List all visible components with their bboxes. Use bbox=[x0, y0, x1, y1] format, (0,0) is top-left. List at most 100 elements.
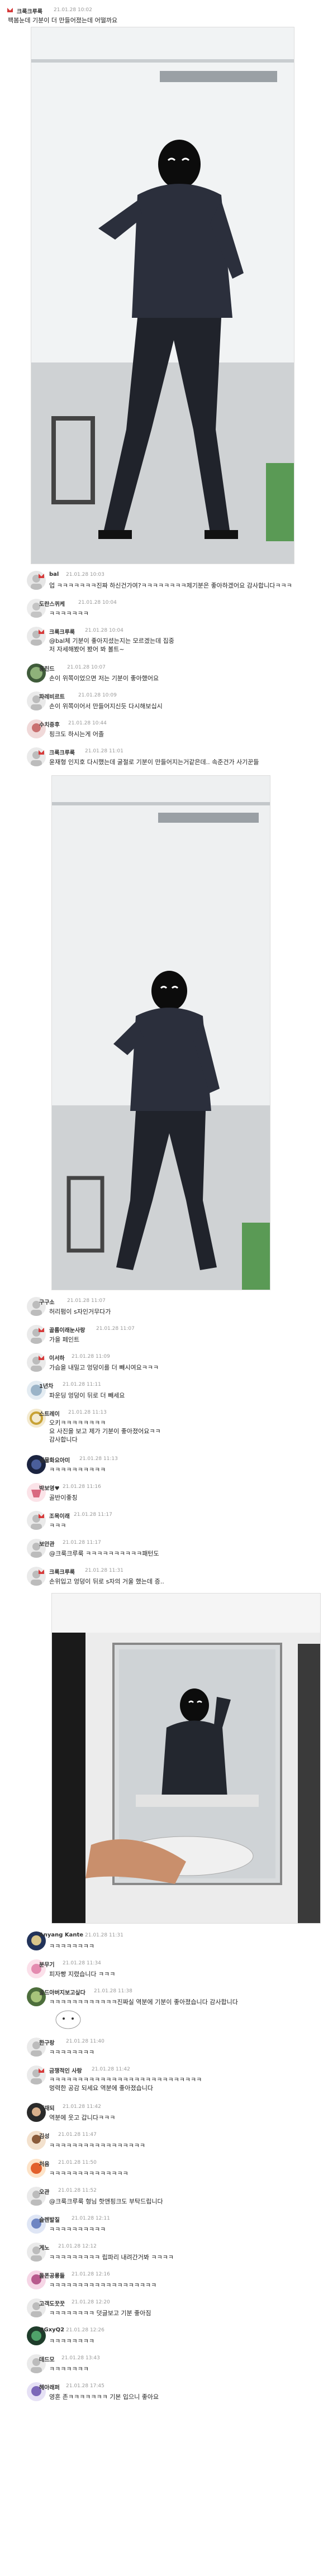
comment-text: ㅋㅋㅋㅋㅋㅋㅋㅋㅋㅋㅋㅋ진짜실 역분에 기분이 좋아졌습니다 감사합니다 bbox=[49, 1998, 238, 2006]
comment-author[interactable]: 돌폰공룡들 bbox=[39, 2271, 65, 2279]
comment-author[interactable]: 보안관 bbox=[39, 1539, 55, 1548]
comment-author[interactable]: 구구소 bbox=[39, 1297, 55, 1306]
comment-author[interactable]: 데드모 bbox=[39, 2355, 55, 2363]
comment-date: 21.01.28 11:42 bbox=[92, 2067, 130, 2072]
comment-date: 21.01.28 10:04 bbox=[78, 600, 117, 605]
comment-author[interactable]: 고객도꿋꿋 bbox=[39, 2299, 65, 2307]
comment-text: 역분에 웃고 갑니다ㅋㅋㅋ bbox=[49, 2114, 116, 2121]
comment-date: 21.01.28 12:12 bbox=[58, 2244, 97, 2249]
comment-date: 21.01.28 11:13 bbox=[68, 1410, 107, 1415]
comment-author[interactable]: QGxyQ2 bbox=[39, 2327, 64, 2333]
user-badge-icon bbox=[7, 8, 13, 12]
comment-date: 21.01.28 11:34 bbox=[63, 1960, 101, 1966]
comment-date: 21.01.28 10:44 bbox=[68, 721, 107, 726]
comment-text: ㅋㅋㅋㅋㅋㅋㅋ bbox=[49, 2365, 89, 2373]
comment-text: ㅋㅋㅋㅋㅋㅋㅋㅋㅋㅋ bbox=[49, 1466, 106, 1473]
comment-photo-2[interactable] bbox=[51, 775, 270, 1290]
comment-text: ㅋㅋㅋㅋㅋㅋㅋㅋ 덧글보고 기분 좋아짐 bbox=[49, 2310, 151, 2317]
comment-text: 가슴을 내밀고 엉덩이를 더 빼시여요ㅋㅋㅋ bbox=[49, 1364, 159, 1371]
comment-author[interactable]: 이서하 bbox=[49, 1353, 65, 1362]
comment-text: 가을 페인트 bbox=[49, 1336, 80, 1343]
comment-author[interactable]: 한구랑 bbox=[39, 2038, 55, 2047]
comment-author[interactable]: 골롬이래눈사랑 bbox=[49, 1325, 85, 1334]
comment-author[interactable]: 철재되 bbox=[39, 2103, 55, 2112]
comment-text: 피자빵 지렸습니다 ㅋㅋㅋ bbox=[49, 1971, 116, 1978]
post-header: 크룩크루룩 21.01.28 10:02 팩봄눈데 기분이 더 만들어졌는데 어… bbox=[0, 6, 328, 24]
comment-text: 골반이좋칭 bbox=[49, 1494, 78, 1501]
comment-date: 21.01.28 12:11 bbox=[72, 2216, 110, 2221]
comment-text: 업 ㅋㅋㅋㅋㅋㅋㅋ진짜 하신건가여?ㅋㅋㅋㅋㅋㅋㅋㅋ제기분은 좋아하겠어요 감사… bbox=[49, 582, 292, 589]
comment-author[interactable]: 분무기 bbox=[39, 1960, 55, 1968]
comment-author[interactable]: 크룩크루룩 bbox=[49, 627, 75, 636]
comment-text: 핑크도 하시는게 어졸 bbox=[49, 731, 104, 738]
comment-author[interactable]: 게노 bbox=[39, 2243, 49, 2251]
comment-date: 21.01.28 11:50 bbox=[58, 2160, 97, 2165]
comment-date: 21.01.28 11:42 bbox=[63, 2104, 101, 2110]
comment-date: 21.01.28 12:26 bbox=[66, 2327, 104, 2333]
comment-date: 21.01.28 10:03 bbox=[66, 572, 104, 578]
comment-text: ㅋㅋㅋㅋㅋㅋㅋㅋ bbox=[49, 2049, 94, 2056]
comment-author[interactable]: 박보영♥ bbox=[39, 1483, 60, 1492]
comment-author[interactable]: 수치중후 bbox=[39, 720, 60, 728]
comment-date: 21.01.28 12:16 bbox=[72, 2272, 110, 2277]
comment-author[interactable]: bal bbox=[49, 571, 59, 578]
comment-author[interactable]: 오관 bbox=[39, 2187, 49, 2196]
comment-photo-3[interactable] bbox=[51, 1593, 321, 1924]
comment-date: 21.01.28 10:07 bbox=[67, 665, 106, 670]
user-badge-icon bbox=[39, 629, 44, 634]
user-badge-icon bbox=[39, 574, 44, 578]
comment-text: @bal체 기분이 좋아지셨는지는 모르겠는데 집중 저 자세해봤어 봤어 봐 … bbox=[49, 637, 174, 653]
comment-text: ㅋㅋㅋㅋㅋㅋㅋㅋㅋㅋㅋㅋㅋㅋ bbox=[49, 2170, 129, 2177]
comment-date: 21.01.28 11:17 bbox=[74, 1512, 112, 1518]
comment-text: ㅋㅋㅋㅋㅋㅋㅋ bbox=[49, 610, 89, 617]
post-text: 팩봄눈데 기분이 더 만들어졌는데 어떨까요 bbox=[8, 17, 118, 24]
comment-text: ㅋㅋㅋㅋㅋㅋㅋㅋ bbox=[49, 2338, 94, 2345]
comment-author[interactable]: 처음 bbox=[39, 2159, 49, 2168]
comment-author[interactable]: 파레비르트 bbox=[39, 692, 65, 700]
user-badge-icon bbox=[39, 1356, 44, 1360]
comment-text: @크룩크루룩 ㅋㅋㅋㅋㅋㅋㅋㅋㅋㅋ패턴도 bbox=[49, 1550, 159, 1557]
comment-date: 21.01.28 11:52 bbox=[58, 2188, 97, 2193]
post-author[interactable]: 크룩크루룩 bbox=[17, 7, 42, 15]
comment-author[interactable]: 골드아버지보고싶다 bbox=[39, 1988, 85, 1996]
comment-author[interactable]: 헤아래퍼 bbox=[39, 2383, 60, 2391]
comment-author[interactable]: 도란스퀴케 bbox=[39, 599, 65, 608]
comment-text: ㅋㅋㅋㅋㅋㅋㅋㅋㅋㅋ bbox=[49, 2226, 106, 2233]
comment-date: 21.01.28 11:17 bbox=[63, 1540, 101, 1545]
comment-text: @크룩크루룩 형님 핫앤핑크도 부탁드립니다 bbox=[49, 2198, 163, 2205]
comment-text: 영혼 존ㅋㅋㅋㅋㅋㅋㅋ 기본 입으니 좋아요 bbox=[49, 2393, 159, 2401]
comment-author[interactable]: 김성 bbox=[39, 2131, 49, 2140]
sticker-icon bbox=[55, 2010, 81, 2029]
comment-date: 21.01.28 11:40 bbox=[66, 2039, 104, 2044]
comment-text: ㅋㅋㅋㅋㅋㅋㅋㅋㅋㅋㅋㅋㅋㅋㅋㅋㅋ bbox=[49, 2142, 146, 2149]
comment-date: 21.01.28 12:20 bbox=[72, 2300, 110, 2305]
comment-author[interactable]: 조목이래 bbox=[49, 1511, 70, 1520]
post-photo-1[interactable] bbox=[31, 27, 294, 564]
user-badge-icon bbox=[39, 2068, 44, 2073]
comment-text: ㅋㅋㅋㅋㅋㅋㅋㅋ bbox=[49, 1943, 94, 1950]
comment-author[interactable]: Anyang Kante bbox=[39, 1932, 83, 1938]
comment-author[interactable]: 홍린드 bbox=[39, 664, 55, 672]
comment-date: 21.01.28 11:07 bbox=[67, 1298, 106, 1304]
comment-author[interactable]: 슬렌발질 bbox=[39, 2215, 60, 2224]
comment-author[interactable]: 크룩크루룩 bbox=[49, 1567, 75, 1576]
user-badge-icon bbox=[39, 750, 44, 755]
comment-text: 손이 위쪽이어서 만들어지신듯 다시해보십시 bbox=[49, 703, 163, 710]
comment-author[interactable]: 스트레이 bbox=[39, 1409, 60, 1418]
comment-author[interactable]: 1년차 bbox=[39, 1381, 53, 1390]
comment-text: ㅋㅋㅋㅋㅋㅋㅋㅋㅋ 립파리 내려간거봐 ㅋㅋㅋㅋ bbox=[49, 2254, 174, 2261]
post-date: 21.01.28 10:02 bbox=[54, 7, 92, 13]
comment-author[interactable]: 생물화요아미 bbox=[39, 1456, 70, 1464]
comment-text: ㅋㅋㅋ bbox=[49, 1522, 66, 1529]
comment-date: 21.01.28 11:38 bbox=[94, 1988, 132, 1994]
comment-date: 21.01.28 10:04 bbox=[85, 628, 123, 633]
comment-author[interactable]: 크룩크루룩 bbox=[49, 748, 75, 756]
comment-text: 손이 위쪽이었으면 저는 기분이 좋아했어요 bbox=[49, 675, 159, 682]
comment-date: 21.01.28 11:47 bbox=[58, 2132, 97, 2138]
comment-date: 21.01.28 13:43 bbox=[61, 2355, 100, 2361]
comment-text: 오키ㅋㅋㅋㅋㅋㅋㅋㅋ 요 사진을 보고 제가 기분이 좋아졌어요ㅋㅋ 감사합니다 bbox=[49, 1419, 161, 1443]
comment-author[interactable]: 금쟁적인 사랑 bbox=[49, 2066, 82, 2074]
comment-date: 21.01.28 10:09 bbox=[78, 693, 117, 698]
user-badge-icon bbox=[39, 1328, 44, 1332]
comment-date: 21.01.28 11:31 bbox=[85, 1933, 123, 1938]
